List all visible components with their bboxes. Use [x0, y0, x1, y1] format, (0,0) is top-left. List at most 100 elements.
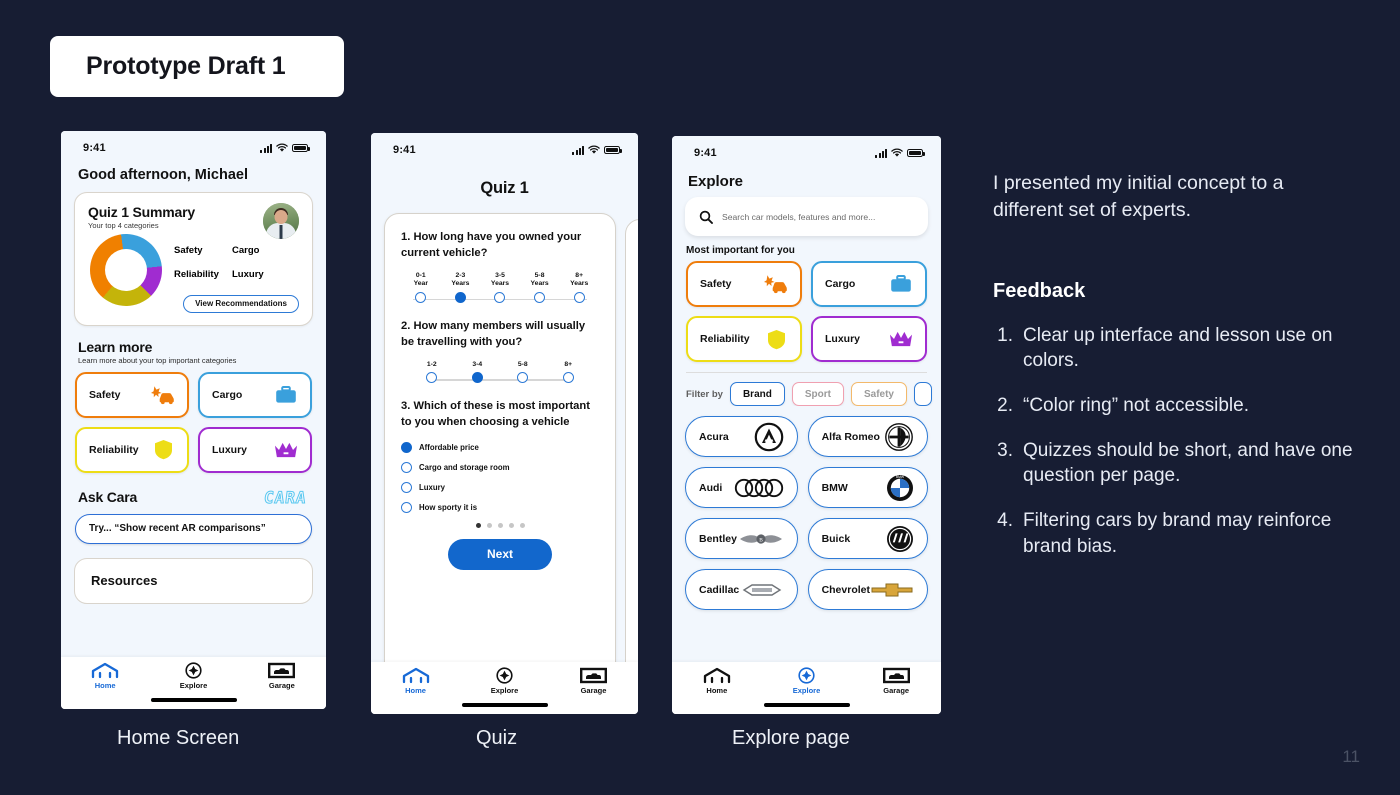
- buick-logo: [886, 525, 914, 553]
- search-bar[interactable]: Search car models, features and more...: [685, 197, 928, 236]
- explore-icon: [496, 667, 513, 684]
- category-chip-label: Cargo: [825, 278, 856, 290]
- slider-dot[interactable]: [426, 372, 438, 384]
- brand-chip-chevrolet[interactable]: Chevrolet: [807, 569, 928, 610]
- category-chip-cargo[interactable]: Cargo: [198, 371, 312, 418]
- radio-button[interactable]: [401, 461, 412, 473]
- explore-title: Explore: [688, 173, 744, 190]
- question-3-radio-group[interactable]: Affordable price Cargo and storage room Lu…: [401, 441, 599, 513]
- category-donut-chart: [90, 234, 162, 306]
- slider-dot[interactable]: [415, 291, 427, 303]
- caption-home: Home Screen: [117, 727, 240, 749]
- brand-label: Chevrolet: [821, 583, 870, 596]
- page-dot[interactable]: [519, 522, 525, 528]
- slider-dot[interactable]: [534, 291, 546, 303]
- category-chip-luxury[interactable]: Luxury: [198, 426, 312, 473]
- brand-chip-bentley[interactable]: Bentley B: [685, 518, 798, 559]
- status-time: 9:41: [393, 144, 416, 156]
- slider-dot[interactable]: [471, 372, 483, 384]
- question-1-slider[interactable]: 0-1 Year 2-3 Years 3-5 Years 5-8 Years 8+ Years: [401, 272, 599, 308]
- tab-garage[interactable]: Garage: [549, 667, 638, 695]
- tab-home[interactable]: Home: [61, 662, 149, 690]
- tab-garage[interactable]: Garage: [238, 662, 326, 690]
- category-chip-reliability[interactable]: Reliability: [686, 316, 802, 362]
- slider-dot[interactable]: [573, 291, 585, 303]
- page-title: Prototype Draft 1: [86, 52, 286, 80]
- filter-chip-sport[interactable]: Sport: [791, 382, 844, 406]
- slider-dot[interactable]: [494, 291, 506, 303]
- category-chip-reliability[interactable]: Reliability: [75, 426, 189, 473]
- bmw-logo: BMW: [886, 474, 914, 502]
- filter-by-label: Filter by: [686, 388, 723, 400]
- page-dot[interactable]: [475, 522, 481, 528]
- tab-home[interactable]: Home: [371, 667, 460, 695]
- tab-bar-quiz: Home Explore Garage: [371, 662, 638, 714]
- category-chip-safety[interactable]: Safety: [75, 371, 189, 418]
- question-2-slider[interactable]: 1-2 3-4 5-8 8+: [401, 361, 599, 388]
- tab-garage[interactable]: Garage: [851, 667, 941, 695]
- briefcase-icon: [889, 273, 913, 295]
- feedback-heading: Feedback: [993, 279, 1086, 302]
- tab-explore[interactable]: Explore: [460, 667, 549, 695]
- tab-explore[interactable]: Explore: [149, 662, 237, 690]
- filter-chip-safety[interactable]: Safety: [850, 382, 907, 406]
- brand-label: Bentley: [699, 532, 737, 545]
- brand-chip-bmw[interactable]: BMW BMW: [807, 467, 928, 508]
- phone-mockup-quiz: 9:41 Quiz 1 1. How long have you owned y…: [371, 133, 638, 714]
- wifi-icon: [588, 145, 600, 154]
- radio-option[interactable]: Cargo and storage room: [401, 461, 599, 473]
- caption-explore: Explore page: [732, 727, 850, 749]
- page-dot[interactable]: [486, 522, 492, 528]
- learn-more-subheading: Learn more about your top important cate…: [78, 355, 237, 365]
- feedback-number: 3.: [997, 439, 1013, 461]
- resources-card[interactable]: Resources: [74, 557, 313, 604]
- brand-chip-buick[interactable]: Buick: [807, 518, 928, 559]
- search-icon: [699, 210, 713, 224]
- most-important-heading: Most important for you: [686, 245, 795, 256]
- page-dot[interactable]: [508, 522, 514, 528]
- feedback-number: 2.: [997, 395, 1013, 417]
- slider-dot[interactable]: [454, 291, 466, 303]
- view-recommendations-button[interactable]: View Recommendations: [183, 294, 299, 313]
- category-chip-cargo[interactable]: Cargo: [811, 261, 927, 307]
- home-indicator: [461, 702, 548, 707]
- feedback-number: 4.: [997, 510, 1013, 532]
- status-bar-home: 9:41: [61, 131, 326, 159]
- radio-option[interactable]: Luxury: [401, 481, 599, 493]
- filter-chip-more[interactable]: [913, 382, 932, 406]
- radio-button[interactable]: [401, 481, 412, 493]
- category-chip-safety[interactable]: Safety: [686, 261, 802, 307]
- category-chip-label: Reliability: [700, 333, 750, 345]
- category-chip-label: Cargo: [212, 388, 243, 401]
- home-screen-body: Good afternoon, Michael Quiz 1 Summary Y…: [61, 159, 326, 709]
- slider-tick-label: 8+ Years: [570, 271, 589, 288]
- tab-explore[interactable]: Explore: [762, 667, 852, 695]
- radio-option[interactable]: How sporty it is: [401, 501, 599, 513]
- radio-button[interactable]: [401, 441, 412, 453]
- brand-chip-acura[interactable]: Acura: [685, 416, 798, 457]
- battery-icon: [292, 144, 310, 152]
- filter-chip-brand[interactable]: Brand: [729, 382, 785, 406]
- next-button[interactable]: Next: [448, 538, 552, 570]
- legend-reliability: Reliability: [174, 269, 219, 280]
- radio-button[interactable]: [401, 501, 412, 513]
- page-dot[interactable]: [497, 522, 503, 528]
- tab-home[interactable]: Home: [672, 667, 762, 695]
- tab-bar-explore: Home Explore Garage: [672, 662, 941, 714]
- slider-dot[interactable]: [562, 372, 574, 384]
- brand-label: BMW: [821, 481, 848, 494]
- svg-text:BMW: BMW: [896, 475, 905, 479]
- slider-tick-label: 5-8 Years: [530, 271, 549, 288]
- radio-option[interactable]: Affordable price: [401, 441, 599, 453]
- acura-logo: [754, 422, 784, 452]
- tab-explore-label: Explore: [792, 686, 821, 695]
- brand-chip-cadillac[interactable]: Cadillac: [685, 569, 798, 610]
- legend-luxury: Luxury: [232, 269, 264, 280]
- slider-dot[interactable]: [517, 372, 529, 384]
- ask-cara-input[interactable]: Try... “Show recent AR comparisons”: [75, 513, 312, 544]
- brand-chip-alfa-romeo[interactable]: Alfa Romeo: [807, 416, 928, 457]
- search-placeholder: Search car models, features and more...: [722, 211, 876, 222]
- question-3-text: 3. Which of these is most important to y…: [401, 400, 590, 428]
- category-chip-luxury[interactable]: Luxury: [811, 316, 927, 362]
- brand-chip-audi[interactable]: Audi: [685, 467, 798, 508]
